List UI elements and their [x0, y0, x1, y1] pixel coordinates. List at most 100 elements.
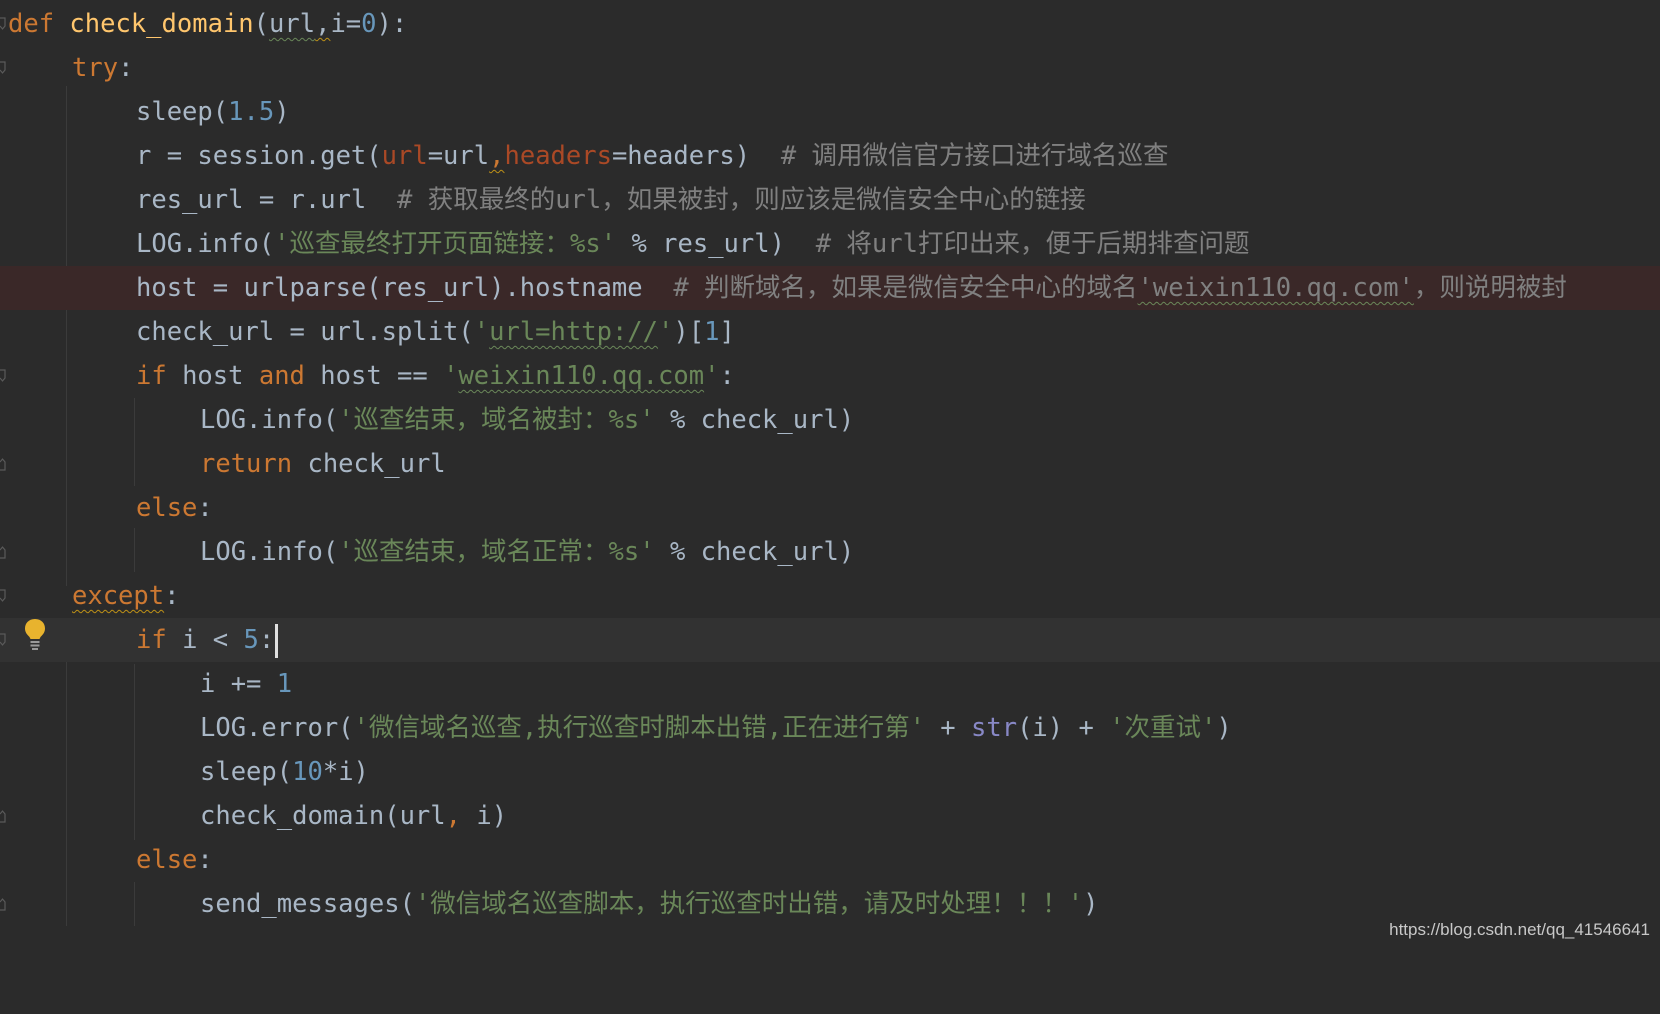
string: '	[473, 317, 490, 347]
comment: # 调用微信官方接口进行域名巡查	[780, 141, 1169, 171]
text-caret	[275, 624, 279, 658]
comment: # 将url打印出来，便于后期排查问题	[815, 229, 1250, 259]
code-line[interactable]: try:	[0, 46, 1660, 90]
code-line[interactable]: if host and host == 'weixin110.qq.com':	[0, 354, 1660, 398]
code-text: :	[197, 845, 213, 875]
code-line[interactable]: return check_url	[0, 442, 1660, 486]
string: '微信域名巡查脚本，执行巡查时出错，请及时处理！！！'	[414, 889, 1084, 919]
string: '巡查结束，域名正常：%s'	[338, 537, 655, 567]
code-text: r = session.get(	[136, 141, 382, 171]
code-text: *i)	[322, 757, 369, 787]
code-text: ]	[719, 317, 735, 347]
comment: 'weixin110.qq.com'	[1137, 273, 1414, 303]
string: '微信域名巡查,执行巡查时脚本出错,正在进行第'	[353, 713, 925, 743]
code-line[interactable]: def check_domain(url,i=0):	[0, 2, 1660, 46]
keyword-argument: url	[381, 141, 428, 171]
code-text: url	[269, 9, 316, 39]
code-text: ,	[445, 801, 461, 831]
keyword: try	[72, 53, 119, 83]
code-text: )	[1083, 889, 1099, 919]
fold-marker-icon[interactable]	[0, 545, 8, 559]
keyword: else	[136, 845, 198, 875]
code-text: host	[166, 361, 259, 391]
code-line[interactable]: check_domain(url, i)	[0, 794, 1660, 838]
fold-marker-icon[interactable]	[0, 897, 8, 911]
code-line[interactable]: else:	[0, 838, 1660, 882]
code-line[interactable]: else:	[0, 486, 1660, 530]
code-text: send_messages(	[200, 889, 415, 919]
code-line[interactable]: i += 1	[0, 662, 1660, 706]
string: '	[704, 361, 720, 391]
code-line[interactable]: r = session.get(url=url,headers=headers)…	[0, 134, 1660, 178]
keyword: and	[258, 361, 305, 391]
code-text: (i) +	[1017, 713, 1110, 743]
code-editor[interactable]: def check_domain(url,i=0): try: sleep(1.…	[0, 0, 1660, 948]
code-line[interactable]: check_url = url.split('url=http://')[1]	[0, 310, 1660, 354]
code-text: host ==	[304, 361, 444, 391]
code-text: )[	[673, 317, 705, 347]
code-text: LOG.info(	[200, 537, 339, 567]
keyword: def	[8, 9, 55, 39]
code-text: sleep(	[136, 97, 229, 127]
code-text: :	[164, 581, 180, 611]
code-text: % check_url)	[654, 405, 855, 435]
code-text: :	[719, 361, 735, 391]
code-line[interactable]: LOG.error('微信域名巡查,执行巡查时脚本出错,正在进行第' + str…	[0, 706, 1660, 750]
code-text: % res_url)	[616, 229, 816, 259]
code-line[interactable]: res_url = r.url # 获取最终的url，如果被封，则应该是微信安全…	[0, 178, 1660, 222]
code-text: i +=	[200, 669, 277, 699]
code-text: ):	[376, 9, 408, 39]
code-text: i <	[166, 625, 244, 655]
code-line-current[interactable]: if i < 5:	[0, 618, 1660, 662]
code-line[interactable]: sleep(10*i)	[0, 750, 1660, 794]
code-text: )	[274, 97, 290, 127]
keyword: if	[136, 625, 167, 655]
code-line-highlighted[interactable]: host = urlparse(res_url).hostname # 判断域名…	[0, 266, 1660, 310]
string: '巡查结束，域名被封：%s'	[338, 405, 655, 435]
keyword: else	[136, 493, 198, 523]
string: '	[443, 361, 459, 391]
code-text: LOG.info(	[200, 405, 339, 435]
fold-marker-icon[interactable]	[0, 17, 8, 31]
code-line[interactable]: LOG.info('巡查结束，域名被封：%s' % check_url)	[0, 398, 1660, 442]
code-text: :	[258, 625, 275, 655]
code-line[interactable]: LOG.info('巡查最终打开页面链接：%s' % res_url) # 将u…	[0, 222, 1660, 266]
number: 5	[243, 625, 259, 655]
fold-marker-icon[interactable]	[0, 589, 8, 603]
code-text: sleep(	[200, 757, 293, 787]
code-text: res_url = r.url	[136, 185, 397, 215]
keyword: return	[200, 449, 293, 479]
fold-marker-icon[interactable]	[0, 633, 8, 647]
code-text: i=	[330, 9, 362, 39]
code-text: LOG.error(	[200, 713, 354, 743]
number: 10	[292, 757, 323, 787]
string: '	[658, 317, 674, 347]
fold-marker-icon[interactable]	[0, 457, 8, 471]
number: 1	[276, 669, 293, 699]
lightbulb-icon[interactable]	[22, 617, 48, 651]
fold-marker-icon[interactable]	[0, 369, 8, 383]
number: 1.5	[228, 97, 275, 127]
number: 1	[704, 317, 720, 347]
string: weixin110.qq.com	[458, 361, 705, 391]
number: 0	[361, 9, 377, 39]
fold-marker-icon[interactable]	[0, 809, 8, 823]
code-text: check_url = url.split(	[136, 317, 474, 347]
code-text: :	[118, 53, 134, 83]
code-text: ,	[489, 141, 505, 171]
code-text: check_domain(url	[200, 801, 446, 831]
code-text: :	[197, 493, 213, 523]
function-name: check_domain	[69, 9, 254, 39]
code-text: )	[1216, 713, 1232, 743]
code-text: LOG.info(	[136, 229, 275, 259]
comment: # 获取最终的url，如果被封，则应该是微信安全中心的链接	[397, 185, 1086, 215]
code-line[interactable]: LOG.info('巡查结束，域名正常：%s' % check_url)	[0, 530, 1660, 574]
string: url=http://	[489, 317, 659, 347]
code-text: check_url	[292, 449, 446, 479]
code-text: =headers)	[611, 141, 781, 171]
code-text: +	[924, 713, 972, 743]
fold-marker-icon[interactable]	[0, 61, 8, 75]
code-line[interactable]: sleep(1.5)	[0, 90, 1660, 134]
code-text: =url	[427, 141, 490, 171]
code-line[interactable]: except:	[0, 574, 1660, 618]
